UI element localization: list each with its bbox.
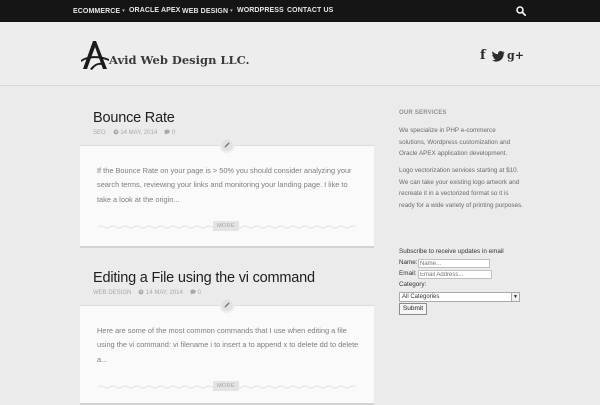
category-label: Category: [399,281,427,288]
pencil-icon [219,297,235,313]
nav-item-label: CONTACT US [287,7,334,14]
post-meta: WEB DESIGN 14 MAY, 2014 0 [93,289,201,296]
logo-services-description: Logo vectorization services starting at … [399,167,523,209]
chevron-down-icon: ▼ [511,293,519,301]
nav-item-web-design[interactable]: WEB DESIGN ▾ [182,0,233,22]
post-excerpt: Here are some of the most common command… [97,326,359,364]
subscribe-text: Subscribe to receive updates in email [399,248,504,255]
nav-item-label: ORACLE APEX [129,7,181,14]
post-category[interactable]: WEB DESIGN [93,290,131,296]
twitter-icon[interactable] [492,51,505,62]
post-date: 14 MAY, 2014 [120,130,158,136]
clock-icon [138,289,144,295]
submit-button[interactable]: Submit [399,303,427,315]
category-selected-value: All Categories [402,294,440,300]
search-icon[interactable] [516,6,526,16]
post-title[interactable]: Bounce Rate [93,110,175,126]
comment-count[interactable]: 0 [198,290,201,296]
comment-icon [164,129,170,135]
post-excerpt: If the Bounce Rate on your page is > 50%… [97,166,352,204]
post-meta: SEO 14 MAY, 2014 0 [93,129,175,136]
nav-item-label: WORDPRESS [237,7,284,14]
post-card: Here are some of the most common command… [80,305,374,405]
facebook-icon[interactable]: f [480,49,486,63]
name-input[interactable] [418,259,490,268]
post-card: If the Bounce Rate on your page is > 50%… [80,145,374,248]
more-button[interactable]: MORE [213,221,239,231]
post-category[interactable]: SEO [93,130,106,136]
nav-item-wordpress[interactable]: WORDPRESS [237,0,284,22]
nav-item-ecommerce[interactable]: ECOMMERCE ▾ [73,0,125,22]
category-select[interactable]: All Categories ▼ [399,292,520,302]
top-navigation-bar: ECOMMERCE ▾ ORACLE APEX WEB DESIGN ▾ WORDP… [0,0,600,22]
site-header: Avid Web Design LLC. f g+ [0,22,600,86]
nav-item-oracle-apex[interactable]: ORACLE APEX [129,0,180,22]
post-entry: Editing a File using the vi command WEB … [80,270,374,405]
email-input[interactable] [418,270,492,279]
chevron-down-icon: ▾ [122,8,125,14]
logo-icon[interactable] [80,38,110,71]
email-label: Email: [399,270,417,277]
clock-icon [113,129,119,135]
post-date: 14 MAY, 2014 [146,290,183,296]
site-logo-text[interactable]: Avid Web Design LLC. [109,53,250,67]
comment-count[interactable]: 0 [172,130,175,136]
nav-item-label: ECOMMERCE [73,8,121,15]
name-label: Name: [399,259,418,266]
nav-item-contact-us[interactable]: CONTACT US [287,0,333,22]
services-description: We specialize in PHP e-commerce solution… [399,127,511,158]
chevron-down-icon: ▾ [230,8,233,14]
pencil-icon [219,137,235,153]
post-entry: Bounce Rate SEO 14 MAY, 2014 0 If the Bo… [80,110,374,250]
comment-icon [190,289,196,295]
sidebar-heading: OUR SERVICES [399,110,447,116]
more-button[interactable]: MORE [213,381,239,391]
post-title[interactable]: Editing a File using the vi command [93,270,315,286]
nav-item-label: WEB DESIGN [182,8,229,15]
googleplus-icon[interactable]: g+ [507,49,524,63]
